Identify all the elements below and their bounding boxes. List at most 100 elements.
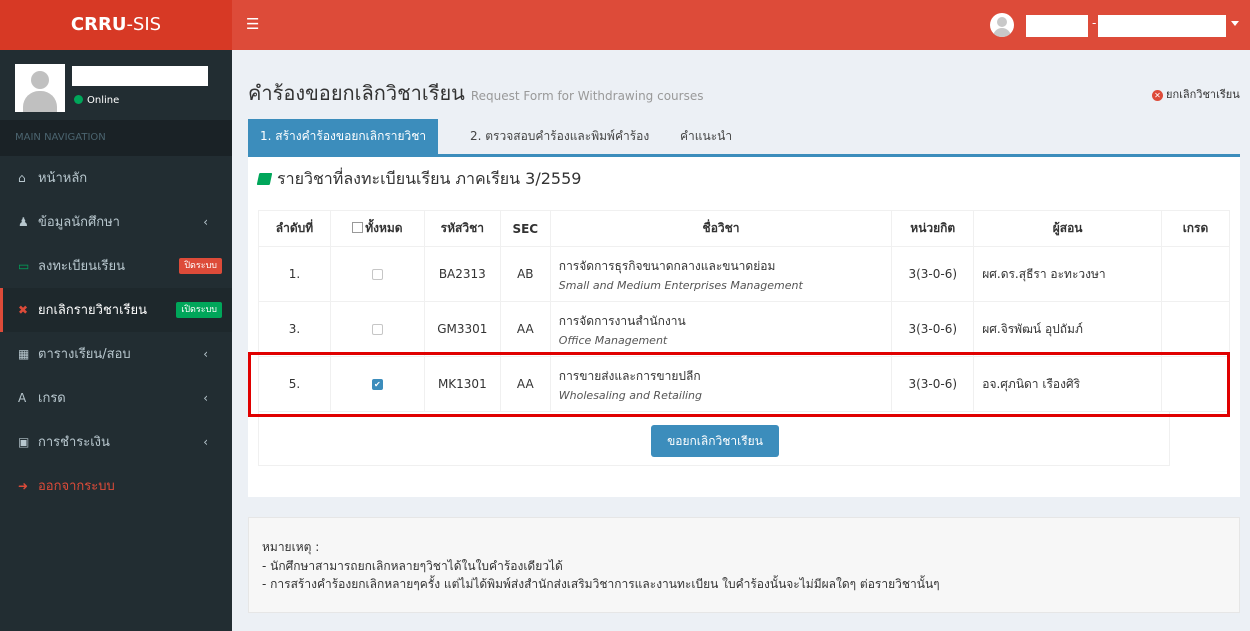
course-teacher: ผศ.จิรพัฒน์ อุปถัมภ์	[973, 301, 1162, 357]
chevron-left-icon: ‹	[203, 215, 208, 229]
user-name-field	[72, 66, 208, 86]
col-name: ชื่อวิชา	[549, 210, 893, 247]
course-code: BA2313	[423, 246, 501, 302]
sidebar-item-logout[interactable]: ➜ ออกจากระบบ	[0, 464, 232, 508]
content-header: คำร้องขอยกเลิกวิชาเรียน Request Form for …	[248, 77, 703, 109]
sidebar-item-label: ออกจากระบบ	[38, 479, 115, 494]
row-select-cell	[329, 246, 425, 302]
row-checkbox[interactable]	[371, 269, 383, 280]
note-line: - นักศึกษาสามารถยกเลิกหลายๆวิชาได้ในใบคำ…	[262, 559, 563, 573]
course-name-th: การจัดการงานสำนักงาน	[558, 313, 686, 328]
tab-bar: 1. สร้างคำร้องขอยกเลิกรายวิชา 2. ตรวจสอบ…	[248, 119, 1240, 157]
nav-header: MAIN NAVIGATION	[0, 120, 232, 156]
table-row: 3. GM3301 AA การจัดการงานสำนักงาน Office …	[258, 301, 1231, 357]
sidebar-item-label: ยกเลิกรายวิชาเรียน	[38, 303, 148, 318]
status-badge: ปิดระบบ	[179, 258, 222, 274]
desktop-icon: ▭	[18, 259, 30, 273]
page-title: คำร้องขอยกเลิกวิชาเรียน Request Form for …	[248, 77, 703, 109]
logo-bold-text: CRRU	[70, 14, 127, 35]
tab-create-request[interactable]: 1. สร้างคำร้องขอยกเลิกรายวิชา	[248, 119, 439, 154]
table-header-row: ลำดับที่ ทั้งหมด รหัสวิชา SEC ชื่อวิชา ห…	[258, 210, 1231, 247]
note-line: - การสร้างคำร้องยกเลิกหลายๆครั้ง แต่ไม่ไ…	[262, 577, 940, 591]
user-icon: ♟	[18, 215, 29, 229]
sidebar-item-label: ลงทะเบียนเรียน	[38, 259, 125, 274]
col-select-all: ทั้งหมด	[329, 210, 425, 247]
course-name: การจัดการงานสำนักงาน Office Management	[549, 301, 893, 357]
sidebar-item-label: ข้อมูลนักศึกษา	[38, 215, 120, 230]
withdraw-link[interactable]: ✕ ยกเลิกวิชาเรียน	[1152, 85, 1240, 103]
app-logo[interactable]: CRRU-SIS	[0, 0, 232, 50]
sidebar-nav: ⌂ หน้าหลัก ♟ ข้อมูลนักศึกษา ‹ ▭ ลงทะเบียนเร…	[0, 156, 232, 508]
user-id-box	[1026, 15, 1088, 37]
course-credit: 3(3-0-6)	[891, 246, 975, 302]
sidebar-item-grades[interactable]: A เกรด ‹	[0, 376, 232, 420]
user-photo	[15, 64, 65, 112]
sidebar-item-withdraw[interactable]: ✖ ยกเลิกรายวิชาเรียน เปิดระบบ	[0, 288, 232, 332]
col-grade: เกรด	[1160, 210, 1231, 247]
online-status: Online	[74, 95, 119, 106]
course-credit: 3(3-0-6)	[891, 301, 975, 357]
sidebar-item-label: ตารางเรียน/สอบ	[38, 347, 131, 362]
hamburger-icon[interactable]: ☰	[246, 14, 259, 34]
chevron-left-icon: ‹	[203, 347, 208, 361]
course-grade	[1160, 246, 1231, 302]
avatar	[990, 13, 1014, 37]
col-sec: SEC	[499, 210, 551, 247]
user-panel: Online	[0, 50, 232, 120]
top-navbar: CRRU-SIS ☰ -	[0, 0, 1250, 50]
course-name: การจัดการธุรกิจขนาดกลางและขนาดย่อม Small …	[549, 246, 893, 302]
sidebar: Online MAIN NAVIGATION ⌂ หน้าหลัก ♟ ข้อมูล…	[0, 50, 232, 631]
logo-rest-text: -SIS	[126, 14, 162, 35]
course-code: GM3301	[423, 301, 501, 357]
selected-row-highlight	[248, 352, 1230, 417]
select-all-label: ทั้งหมด	[365, 221, 403, 235]
course-teacher: ผศ.ดร.สุธีรา อะทะวงษา	[973, 246, 1162, 302]
row-checkbox[interactable]	[371, 324, 383, 335]
page-title-text: คำร้องขอยกเลิกวิชาเรียน	[248, 81, 465, 105]
tab-check-print[interactable]: 2. ตรวจสอบคำร้องและพิมพ์คำร้อง	[458, 119, 661, 154]
row-select-cell	[329, 301, 425, 357]
select-all-checkbox[interactable]	[352, 222, 364, 233]
caret-down-icon	[1231, 21, 1239, 26]
chevron-left-icon: ‹	[203, 435, 208, 449]
times-circle-icon: ✕	[1152, 90, 1163, 101]
col-teacher: ผู้สอน	[973, 210, 1162, 247]
course-name-en: Small and Medium Enterprises Management	[558, 278, 803, 292]
times-circle-icon: ✖	[18, 303, 29, 317]
calendar-icon: ▦	[18, 347, 30, 361]
note-title: หมายเหตุ :	[262, 540, 320, 554]
status-badge: เปิดระบบ	[176, 302, 222, 318]
table-row: 1. BA2313 AB การจัดการธุรกิจขนาดกลางและข…	[258, 246, 1231, 302]
col-no: ลำดับที่	[258, 210, 331, 247]
user-separator: -	[1092, 16, 1097, 30]
sidebar-item-payment[interactable]: ▣ การชำระเงิน ‹	[0, 420, 232, 464]
page-subtitle: Request Form for Withdrawing courses	[470, 89, 704, 103]
col-credit: หน่วยกิต	[891, 210, 975, 247]
home-icon: ⌂	[18, 171, 26, 185]
sidebar-item-label: เกรด	[38, 391, 66, 406]
status-text: Online	[87, 95, 120, 106]
course-sec: AB	[499, 246, 551, 302]
withdraw-link-text: ยกเลิกวิชาเรียน	[1166, 88, 1240, 101]
money-icon: ▣	[18, 435, 30, 449]
book-icon	[256, 173, 273, 185]
withdraw-courses-button[interactable]: ขอยกเลิกวิชาเรียน	[651, 425, 779, 457]
user-name-box	[1098, 15, 1226, 37]
sidebar-item-student-info[interactable]: ♟ ข้อมูลนักศึกษา ‹	[0, 200, 232, 244]
sidebar-item-label: หน้าหลัก	[38, 171, 88, 186]
sidebar-item-label: การชำระเงิน	[38, 435, 110, 450]
course-grade	[1160, 301, 1231, 357]
section-title-text: รายวิชาที่ลงทะเบียนเรียน ภาคเรียน 3/2559	[277, 169, 582, 188]
tab-advice[interactable]: คำแนะนำ	[668, 119, 744, 154]
row-no: 1.	[258, 246, 331, 302]
sign-out-icon: ➜	[18, 479, 29, 493]
sidebar-item-registration[interactable]: ▭ ลงทะเบียนเรียน ปิดระบบ	[0, 244, 232, 288]
col-code: รหัสวิชา	[423, 210, 501, 247]
course-name-th: การจัดการธุรกิจขนาดกลางและขนาดย่อม	[558, 258, 776, 273]
sidebar-item-home[interactable]: ⌂ หน้าหลัก	[0, 156, 232, 200]
sidebar-item-schedule[interactable]: ▦ ตารางเรียน/สอบ ‹	[0, 332, 232, 376]
online-dot-icon	[74, 95, 83, 104]
chevron-left-icon: ‹	[203, 391, 208, 405]
section-title: รายวิชาที่ลงทะเบียนเรียน ภาคเรียน 3/2559	[256, 167, 582, 192]
font-icon: A	[18, 391, 27, 405]
